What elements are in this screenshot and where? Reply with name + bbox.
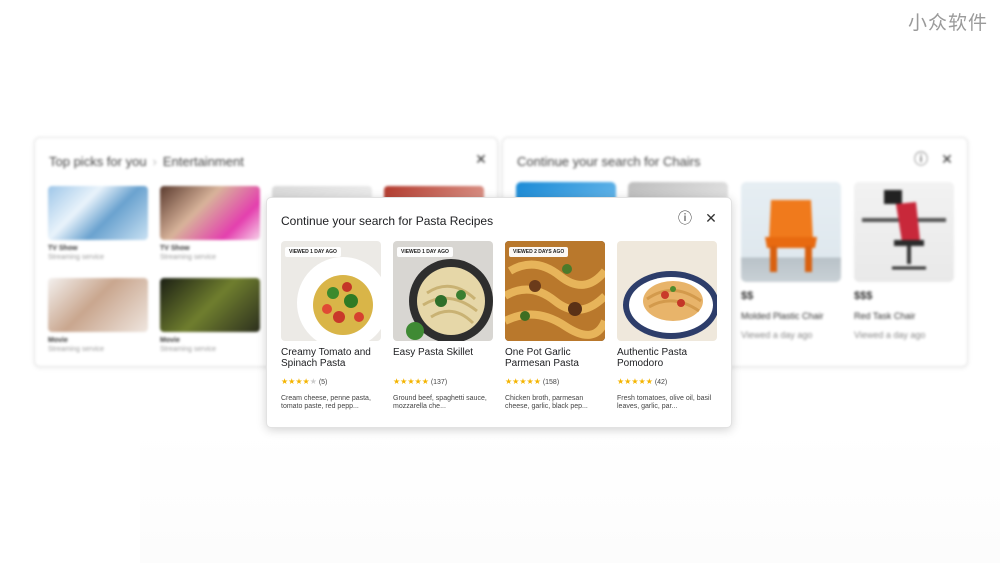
recipe-rating: ★★★★★ (5) (281, 377, 381, 386)
star-rating-icon: ★★★★★ (505, 377, 541, 386)
recipe-name: Authentic Pasta Pomodoro (617, 347, 688, 369)
star-rating-icon: ★★★★★ (617, 377, 653, 386)
recipe-image (617, 241, 717, 341)
tile-subtitle: Streaming service (160, 254, 217, 261)
tile-thumbnail (160, 186, 260, 240)
tile-thumbnail (48, 186, 148, 240)
review-count: (158) (542, 379, 560, 386)
recipe-ingredients: Chicken broth, parmesan cheese, garlic, … (505, 395, 588, 410)
review-count: (5) (318, 379, 328, 386)
recipe-ingredients: Cream cheese, penne pasta, tomato paste,… (281, 395, 371, 410)
recipe-card[interactable]: VIEWED 2 DAYS AGO One Pot Garlic Parmesa… (505, 241, 605, 411)
recipe-card[interactable]: Authentic Pasta Pomodoro ★★★★★ (42) Fres… (617, 241, 717, 411)
tile-thumbnail (160, 278, 260, 332)
background-fade (140, 430, 1000, 563)
recipe-ingredients: Ground beef, spaghetti sauce, mozzarella… (393, 395, 487, 410)
recipe-rating: ★★★★★ (137) (393, 377, 493, 386)
entertainment-tile[interactable]: TV Show Streaming service (48, 186, 148, 261)
viewed-badge: VIEWED 2 DAYS AGO (509, 247, 569, 257)
recipe-image: VIEWED 1 DAY AGO (393, 241, 493, 341)
star-rating-icon: ★★★★★ (281, 377, 317, 386)
chairs-card-title: Continue your search for Chairs (517, 154, 701, 169)
tile-subtitle: Streaming service (48, 254, 105, 261)
pomodoro-dish-icon (623, 271, 717, 339)
chair-viewed: Viewed a day ago (854, 330, 926, 340)
watermark-text: 小众软件 (907, 12, 988, 34)
entertainment-tile[interactable]: Movie Streaming service (160, 278, 260, 353)
review-count: (137) (430, 379, 448, 386)
star-rating-icon: ★★★★★ (393, 377, 429, 386)
recipe-name: Easy Pasta Skillet (393, 347, 474, 358)
chair-thumbnail (854, 182, 954, 282)
pasta-recipes-card: Continue your search for Pasta Recipes ⓘ… (266, 197, 732, 428)
chair-price: $$ (741, 290, 754, 302)
chair-tile[interactable]: $$$ Red Task Chair Viewed a day ago (854, 182, 954, 340)
chair-name: Molded Plastic Chair (741, 311, 824, 321)
review-count: (42) (654, 379, 668, 386)
recipe-rating: ★★★★★ (42) (617, 377, 717, 386)
recipe-rating: ★★★★★ (158) (505, 377, 605, 386)
chair-name: Red Task Chair (854, 311, 916, 321)
recipe-card[interactable]: VIEWED 1 DAY AGO Creamy Tomato and Spina… (281, 241, 381, 411)
recipe-name: Creamy Tomato and Spinach Pasta (281, 347, 371, 369)
chair-viewed: Viewed a day ago (741, 330, 813, 340)
close-icon[interactable]: ✕ (703, 210, 719, 226)
entertainment-card-title: Top picks for you › Entertainment (49, 154, 244, 169)
viewed-badge: VIEWED 1 DAY AGO (397, 247, 453, 257)
title-separator: › (152, 154, 157, 169)
tile-subtitle: Streaming service (160, 346, 217, 353)
tile-type: TV Show (48, 245, 78, 252)
recipe-name: One Pot Garlic Parmesan Pasta (505, 347, 579, 369)
tile-type: TV Show (160, 245, 190, 252)
recipe-image: VIEWED 2 DAYS AGO (505, 241, 605, 341)
tile-type: Movie (160, 337, 180, 344)
tile-thumbnail (48, 278, 148, 332)
chair-thumbnail (741, 182, 841, 282)
chair-tile[interactable]: $$ Molded Plastic Chair Viewed a day ago (741, 182, 841, 340)
card-category: Entertainment (162, 154, 244, 169)
pasta-card-title: Continue your search for Pasta Recipes (281, 214, 494, 228)
chair-price: $$$ (854, 290, 873, 302)
orange-chair-icon (765, 200, 817, 272)
card-title: Top picks for you (49, 154, 147, 169)
recipe-ingredients: Fresh tomatoes, olive oil, basil leaves,… (617, 395, 712, 410)
tile-subtitle: Streaming service (48, 346, 105, 353)
entertainment-tile[interactable]: TV Show Streaming service (160, 186, 260, 261)
entertainment-tile[interactable]: Movie Streaming service (48, 278, 148, 353)
info-icon[interactable]: ⓘ (677, 210, 693, 226)
recipe-card[interactable]: VIEWED 1 DAY AGO Easy Pasta Skillet ★★★★… (393, 241, 493, 411)
close-icon[interactable]: ✕ (473, 151, 489, 167)
tile-type: Movie (48, 337, 68, 344)
viewed-badge: VIEWED 1 DAY AGO (285, 247, 341, 257)
info-icon[interactable]: ⓘ (913, 151, 929, 167)
close-icon[interactable]: ✕ (939, 151, 955, 167)
recipe-image: VIEWED 1 DAY AGO (281, 241, 381, 341)
red-chair-icon (862, 190, 946, 270)
